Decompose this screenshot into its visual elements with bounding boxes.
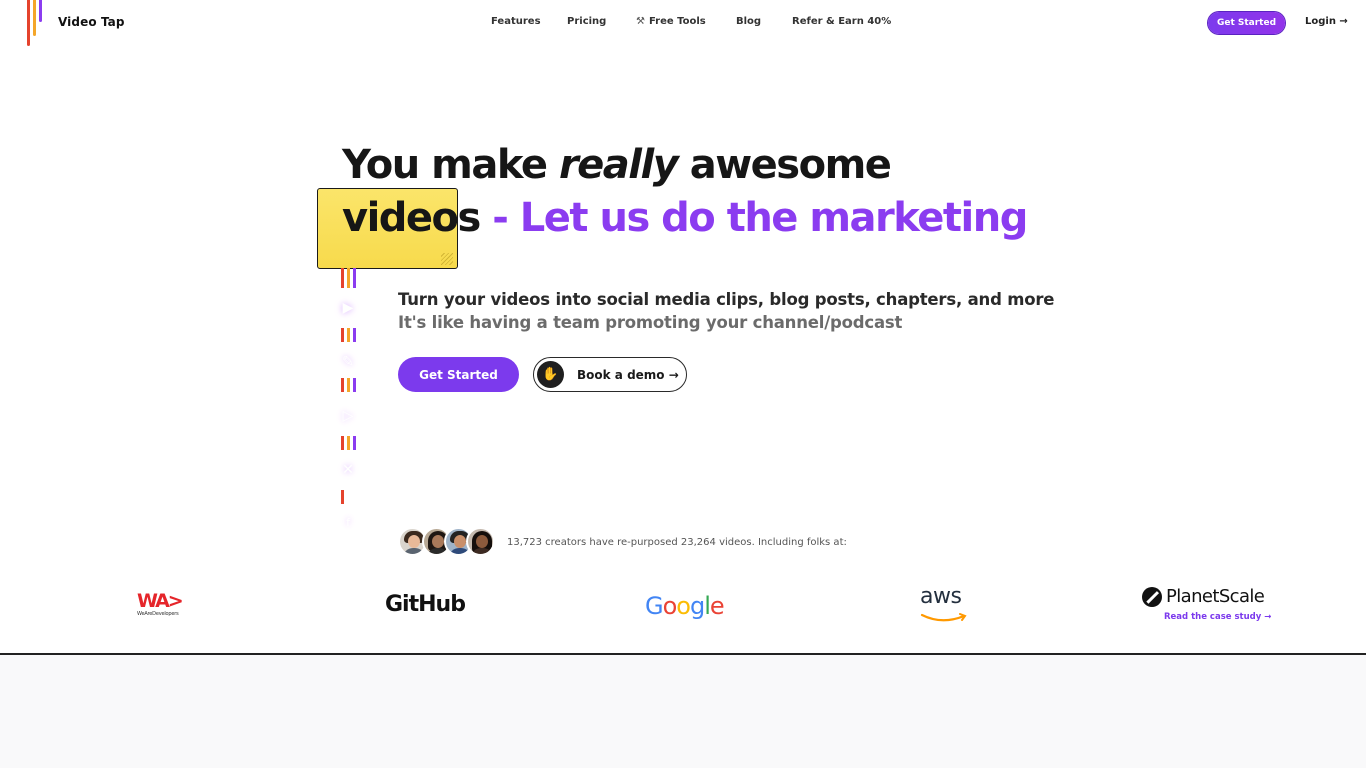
headline-part: awesome: [677, 142, 892, 188]
headline-emphasis: really: [558, 142, 679, 188]
play-icon: ▷: [342, 408, 354, 424]
get-started-button[interactable]: Get Started: [398, 357, 519, 392]
creator-avatars: [398, 527, 498, 557]
strip-segment: [341, 378, 344, 392]
nav-refer-earn[interactable]: Refer & Earn 40%: [792, 16, 891, 27]
nav-blog[interactable]: Blog: [736, 16, 761, 27]
avatar-face: [432, 535, 444, 548]
planetscale-wordmark: PlanetScale: [1166, 586, 1265, 607]
strip-segment: [347, 268, 350, 288]
strip-segment: [353, 378, 356, 392]
sticky-note-curl: [441, 253, 453, 265]
aws-wordmark: aws: [920, 584, 962, 609]
avatar: [466, 527, 495, 556]
aws-logo: aws: [920, 586, 970, 622]
strip-segment: [353, 268, 356, 288]
headline-videos: videos: [342, 195, 481, 241]
nav-free-tools[interactable]: ⚒ Free Tools: [636, 16, 706, 27]
book-demo-label: Book a demo →: [577, 367, 679, 382]
avatar-face: [476, 535, 488, 548]
avatar-face: [408, 535, 420, 548]
planetscale-logo: PlanetScale Read the case study →: [1142, 586, 1271, 622]
strip-segment: [341, 268, 344, 288]
github-logo: GitHub: [385, 592, 466, 617]
hero-headline-line1: You make really awesome: [342, 142, 892, 188]
google-logo: Google: [645, 592, 725, 620]
book-demo-button[interactable]: ✋ Book a demo →: [533, 357, 687, 392]
strip-segment: [353, 436, 356, 450]
nav-free-tools-label: Free Tools: [648, 16, 706, 27]
main-nav: Features Pricing ⚒ Free Tools Blog Refer …: [0, 16, 1366, 30]
facebook-icon: f: [346, 515, 350, 529]
strip-segment: [353, 328, 356, 342]
nav-features[interactable]: Features: [491, 16, 541, 27]
waving-hand-icon: ✋: [537, 361, 564, 388]
planetscale-icon: [1142, 586, 1162, 607]
strip-segment: [341, 490, 344, 504]
strip-segment: [347, 328, 350, 342]
tools-icon: ⚒: [636, 16, 645, 27]
strip-segment: [341, 436, 344, 450]
strip-segment: [347, 378, 350, 392]
avatar-body: [403, 548, 425, 554]
strip-segment: [347, 436, 350, 450]
x-icon: ✕: [342, 462, 354, 478]
nav-pricing[interactable]: Pricing: [567, 16, 606, 27]
hero-headline-line2: videos - Let us do the marketing: [342, 195, 1028, 241]
strip-segment: [341, 328, 344, 342]
hero-subtitle-secondary: It's like having a team promoting your c…: [398, 313, 903, 332]
aws-smile-icon: [920, 613, 967, 622]
case-study-link[interactable]: Read the case study →: [1164, 612, 1271, 622]
wearedevelopers-mark: WA>: [137, 590, 184, 612]
next-section: [0, 653, 1366, 768]
header-get-started-button[interactable]: Get Started: [1208, 12, 1285, 34]
clip-icon: ▶: [342, 300, 354, 316]
planetscale-row: PlanetScale: [1142, 586, 1271, 607]
login-link[interactable]: Login →: [1305, 16, 1348, 27]
hero-subtitle: Turn your videos into social media clips…: [398, 290, 1055, 309]
timeline-strip: ▶ ✎ ▷ ✕ f: [338, 268, 362, 530]
pen-icon: ✎: [342, 354, 354, 370]
headline-marketing: - Let us do the marketing: [479, 195, 1028, 241]
social-proof-text: 13,723 creators have re-purposed 23,264 …: [507, 537, 847, 548]
avatar-face: [454, 535, 466, 548]
wearedevelopers-logo: WA> WeAreDevelopers: [137, 592, 187, 620]
headline-part: You make: [342, 142, 559, 188]
